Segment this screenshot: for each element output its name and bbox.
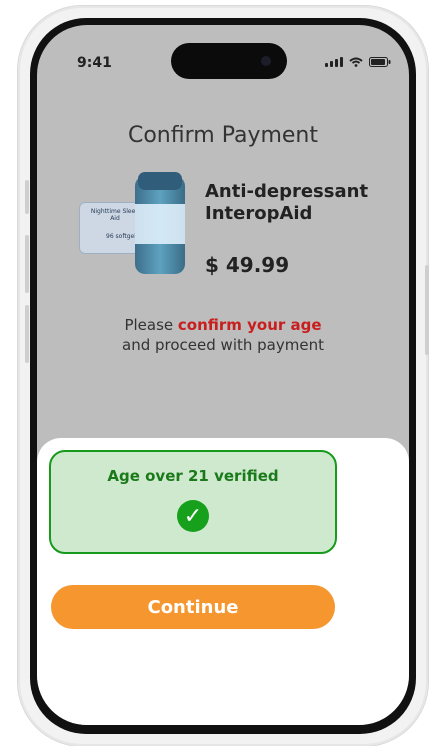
age-notice-suffix: and proceed with payment — [122, 336, 324, 354]
status-icons — [325, 57, 391, 67]
page-title: Confirm Payment — [127, 123, 319, 148]
product-name: Anti-depressant InteropAid — [205, 181, 369, 224]
age-notice: Please confirm your age and proceed with… — [37, 315, 409, 355]
left-button-3 — [25, 305, 29, 363]
bottle-label — [135, 204, 185, 244]
product-image: Nighttime Sleep Aid 96 softgels — [79, 172, 197, 280]
wifi-icon — [349, 57, 363, 67]
check-icon: ✓ — [177, 500, 209, 532]
continue-button[interactable]: Continue — [51, 585, 335, 629]
status-time: 9:41 — [77, 55, 112, 71]
bottle-cap — [138, 172, 182, 190]
battery-icon — [369, 57, 391, 67]
age-verified-text: Age over 21 verified — [107, 467, 279, 485]
signal-icon — [325, 57, 343, 67]
product-price: $ 49.99 — [205, 253, 290, 277]
left-button-1 — [25, 180, 29, 214]
front-camera-icon — [261, 56, 271, 66]
product-bottle-image — [135, 172, 185, 274]
age-notice-highlight: confirm your age — [177, 316, 322, 334]
right-button — [425, 265, 429, 355]
left-button-2 — [25, 235, 29, 293]
age-notice-prefix: Please — [124, 316, 178, 334]
age-verified-box: Age over 21 verified ✓ — [49, 450, 337, 554]
dynamic-island — [171, 43, 287, 79]
